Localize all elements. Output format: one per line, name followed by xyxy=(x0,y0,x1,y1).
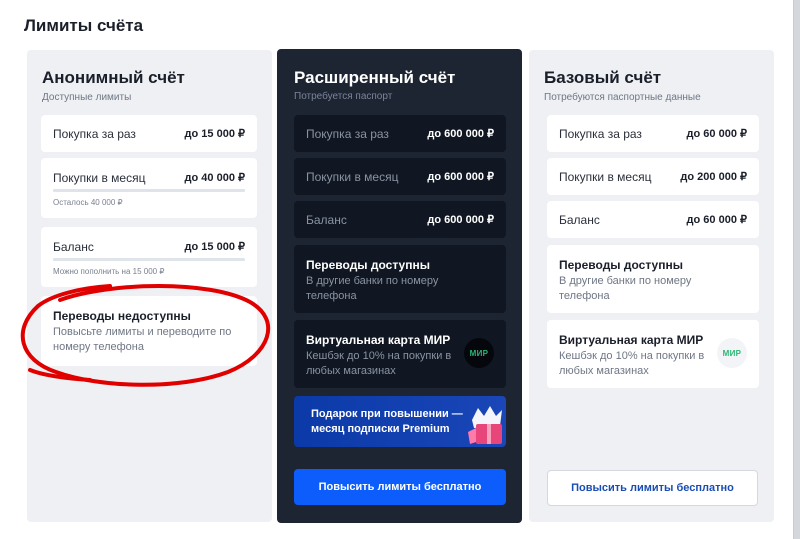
limit-note: Осталось 40 000 ₽ xyxy=(53,198,123,207)
limit-note: Можно пополнить на 15 000 ₽ xyxy=(53,267,165,276)
page-title: Лимиты счёта xyxy=(24,16,144,35)
anonymous-purchase-month: Покупки в месяц до 40 000 ₽ Осталось 40 … xyxy=(41,158,257,218)
virtual-card-desc: Кешбэк до 10% на покупки в любых магазин… xyxy=(306,350,452,377)
limit-label: Покупка за раз xyxy=(306,127,389,141)
extended-virtual-card: Виртуальная карта МИР Кешбэк до 10% на п… xyxy=(294,320,506,388)
extended-balance: Баланс до 600 000 ₽ xyxy=(294,201,506,238)
transfers-title: Переводы доступны xyxy=(559,258,683,272)
upgrade-limits-button[interactable]: Повысить лимиты бесплатно xyxy=(547,470,758,506)
transfers-desc: В другие банки по номеру телефона xyxy=(559,275,692,302)
limits-panel: Лимиты счёта Анонимный счёт Доступные ли… xyxy=(0,0,794,539)
limit-label: Баланс xyxy=(559,213,600,227)
gift-crown-icon xyxy=(468,406,502,444)
virtual-card-title: Виртуальная карта МИР xyxy=(306,333,451,347)
basic-purchase-once: Покупка за раз до 60 000 ₽ xyxy=(547,115,759,152)
limit-label: Покупки в месяц xyxy=(53,171,146,185)
basic-account-column: Базовый счёт Потребуются паспортные данн… xyxy=(529,50,774,522)
basic-subtitle: Потребуются паспортные данные xyxy=(544,92,701,103)
transfers-desc: Повысьте лимиты и переводите по номеру т… xyxy=(53,326,232,353)
limit-progress-bar xyxy=(53,189,245,192)
anonymous-transfers: Переводы недоступны Повысьте лимиты и пе… xyxy=(41,296,257,366)
basic-title: Базовый счёт xyxy=(544,68,662,87)
upgrade-limits-button[interactable]: Повысить лимиты бесплатно xyxy=(294,469,506,505)
basic-purchase-month: Покупки в месяц до 200 000 ₽ xyxy=(547,158,759,195)
limit-value: до 200 000 ₽ xyxy=(680,171,747,183)
limit-value: до 60 000 ₽ xyxy=(686,128,747,140)
limit-label: Баланс xyxy=(306,213,347,227)
virtual-card-title: Виртуальная карта МИР xyxy=(559,333,704,347)
anonymous-balance: Баланс до 15 000 ₽ Можно пополнить на 15… xyxy=(41,227,257,287)
limit-value: до 60 000 ₽ xyxy=(686,214,747,226)
virtual-card-desc: Кешбэк до 10% на покупки в любых магазин… xyxy=(559,350,705,377)
limit-label: Покупка за раз xyxy=(559,127,642,141)
mir-logo-icon: МИР xyxy=(717,338,747,368)
transfers-title: Переводы доступны xyxy=(306,258,430,272)
anonymous-purchase-once: Покупка за раз до 15 000 ₽ xyxy=(41,115,257,152)
limit-value: до 15 000 ₽ xyxy=(184,241,245,253)
transfers-title: Переводы недоступны xyxy=(53,309,191,323)
basic-transfers: Переводы доступны В другие банки по номе… xyxy=(547,245,759,313)
limit-label: Покупки в месяц xyxy=(559,170,652,184)
limit-value: до 600 000 ₽ xyxy=(427,128,494,140)
extended-purchase-month: Покупки в месяц до 600 000 ₽ xyxy=(294,158,506,195)
extended-account-column: Расширенный счёт Потребуется паспорт Пок… xyxy=(277,49,522,523)
basic-balance: Баланс до 60 000 ₽ xyxy=(547,201,759,238)
limit-progress-bar xyxy=(53,258,245,261)
anonymous-title: Анонимный счёт xyxy=(42,68,185,87)
extended-title: Расширенный счёт xyxy=(294,68,456,87)
anonymous-account-column: Анонимный счёт Доступные лимиты Покупка … xyxy=(27,50,272,522)
promo-text: Подарок при повышении — месяц подписки P… xyxy=(311,408,463,435)
limit-value: до 40 000 ₽ xyxy=(184,172,245,184)
premium-promo-banner[interactable]: Подарок при повышении — месяц подписки P… xyxy=(294,396,506,447)
limit-label: Баланс xyxy=(53,240,94,254)
transfers-desc: В другие банки по номеру телефона xyxy=(306,275,439,302)
limit-label: Покупка за раз xyxy=(53,127,136,141)
extended-transfers: Переводы доступны В другие банки по номе… xyxy=(294,245,506,313)
extended-purchase-once: Покупка за раз до 600 000 ₽ xyxy=(294,115,506,152)
extended-subtitle: Потребуется паспорт xyxy=(294,91,393,102)
limit-label: Покупки в месяц xyxy=(306,170,399,184)
mir-logo-icon: МИР xyxy=(464,338,494,368)
limit-value: до 15 000 ₽ xyxy=(184,128,245,140)
anonymous-subtitle: Доступные лимиты xyxy=(42,92,132,103)
basic-virtual-card: Виртуальная карта МИР Кешбэк до 10% на п… xyxy=(547,320,759,388)
limit-value: до 600 000 ₽ xyxy=(427,214,494,226)
limit-value: до 600 000 ₽ xyxy=(427,171,494,183)
